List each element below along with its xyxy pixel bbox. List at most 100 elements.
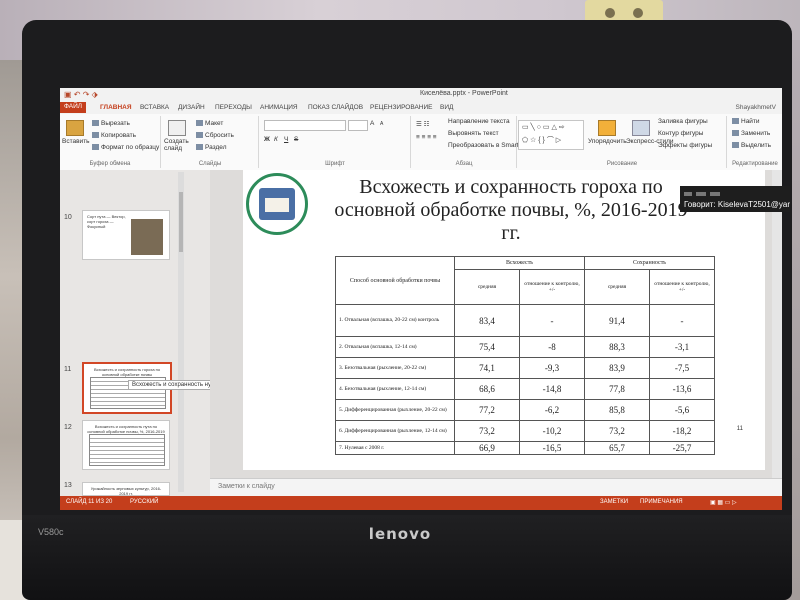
- cell-method: 6. Дифференцированная (рыхление, 12-14 с…: [335, 420, 455, 442]
- cut-button[interactable]: Вырезать: [92, 120, 130, 127]
- table-row: 4. Безотвальная (рыхление, 12-14 см) 68,…: [335, 378, 715, 400]
- subheader-average: средняя: [454, 269, 520, 305]
- user-name[interactable]: ShayakhmetV: [736, 104, 776, 111]
- tab-home[interactable]: ГЛАВНАЯ: [100, 104, 132, 111]
- group-label: Слайды: [198, 161, 222, 167]
- cell-value: 83,4: [454, 304, 520, 337]
- thumbnail-number: 11: [64, 366, 72, 373]
- thumbnail-image: [131, 219, 163, 255]
- scrollbar-thumb[interactable]: [179, 192, 183, 252]
- group-slides: Создать слайд Макет Сбросить Раздел Слай…: [162, 116, 259, 168]
- text-direction-button[interactable]: Направление текста: [448, 118, 510, 125]
- shape-fill-button[interactable]: Заливка фигуры: [658, 118, 708, 125]
- slide-title[interactable]: Всхожесть и сохранность гороха по основн…: [331, 176, 691, 245]
- tab-view[interactable]: ВИД: [440, 104, 453, 111]
- format-painter-button[interactable]: Формат по образцу: [92, 144, 159, 151]
- slide-number: 11: [736, 426, 743, 432]
- slide-area: Всхожесть и сохранность гороха по основн…: [210, 170, 782, 496]
- paste-button[interactable]: Вставить: [62, 138, 90, 145]
- tab-slideshow[interactable]: ПОКАЗ СЛАЙДОВ: [308, 104, 363, 111]
- cell-method: 4. Безотвальная (рыхление, 12-14 см): [335, 378, 455, 400]
- underline-button[interactable]: Ч: [284, 136, 288, 143]
- bullets-icon[interactable]: ☰ ☷: [416, 120, 429, 128]
- smartart-button[interactable]: Преобразовать в SmartArt: [448, 142, 527, 149]
- section-button[interactable]: Раздел: [196, 144, 226, 151]
- tab-insert[interactable]: ВСТАВКА: [140, 104, 169, 111]
- reset-button[interactable]: Сбросить: [196, 132, 234, 139]
- comments-button[interactable]: ПРИМЕЧАНИЯ: [640, 499, 683, 505]
- shapes-gallery[interactable]: ▭ ╲ ○ ▭ △ ⇨ ⬠ ☆ { } ⌒ ▷: [518, 120, 584, 150]
- shape-outline-button[interactable]: Контур фигуры: [658, 130, 703, 137]
- thumbnail-scrollbar[interactable]: [178, 172, 184, 492]
- cell-value: -7,5: [649, 357, 715, 379]
- quick-styles-icon[interactable]: [632, 120, 650, 136]
- slide-counter: СЛАЙД 11 ИЗ 20: [66, 499, 113, 505]
- notes-placeholder: Заметки к слайду: [218, 483, 275, 490]
- strikethrough-button[interactable]: S: [294, 136, 298, 143]
- thumbnail-slide-10[interactable]: Сорт нута — Вектор, сорт гороха — Фокусн…: [82, 210, 170, 260]
- cell-method: 5. Дифференцированная (рыхление, 20-22 с…: [335, 399, 455, 421]
- new-slide-button[interactable]: Создать слайд: [164, 138, 194, 152]
- laptop-brand: lenovo: [368, 525, 432, 543]
- align-icons[interactable]: ≡ ≡ ≡ ≡: [416, 134, 437, 141]
- replace-icon: [732, 130, 739, 137]
- slide-scrollbar[interactable]: [772, 170, 782, 478]
- paste-icon[interactable]: [66, 120, 84, 136]
- shrink-font-button[interactable]: A: [380, 121, 383, 127]
- group-font: A A Ж К Ч S Шрифт: [260, 116, 411, 168]
- cell-value: 74,1: [454, 357, 520, 379]
- tab-design[interactable]: ДИЗАЙН: [178, 104, 205, 111]
- overlay-control[interactable]: [710, 192, 720, 196]
- select-button[interactable]: Выделить: [732, 142, 771, 149]
- arrange-button[interactable]: Упорядочить: [588, 138, 627, 145]
- language-indicator[interactable]: РУССКИЙ: [130, 499, 158, 505]
- thumbnail-slide-12[interactable]: Всхожесть и сохранность нута по основной…: [82, 420, 170, 470]
- scissors-icon: [92, 120, 99, 127]
- view-buttons[interactable]: ▣ ▦ ▭ ▷: [710, 499, 737, 506]
- shape-effects-button[interactable]: Эффекты фигуры: [658, 142, 712, 149]
- cell-value: -16,5: [519, 441, 585, 455]
- cell-method: 3. Безотвальная (рыхление, 20-22 см): [335, 357, 455, 379]
- tooltip: Всхожесть и сохранность нута: [128, 380, 221, 390]
- screen-share-overlay[interactable]: Говорит: KiselevaT2501@yar: [680, 186, 790, 212]
- replace-button[interactable]: Заменить: [732, 130, 770, 137]
- group-editing: Найти Заменить Выделить Редактирование: [728, 116, 782, 168]
- cell-value: -: [649, 304, 715, 337]
- layout-button[interactable]: Макет: [196, 120, 223, 127]
- speaker-label: Говорит: KiselevaT2501@yar: [684, 200, 791, 209]
- brush-icon: [92, 144, 99, 151]
- group-paragraph: ☰ ☷ ≡ ≡ ≡ ≡ Направление текста Выровнять…: [412, 116, 527, 168]
- cell-value: 73,2: [584, 420, 650, 442]
- reset-icon: [196, 132, 203, 139]
- header-preservation: Сохранность: [584, 256, 715, 270]
- notes-pane[interactable]: Заметки к слайду: [210, 478, 782, 497]
- thumbnail-slide-13[interactable]: Урожайность зерновых культур, 2016-2019 …: [82, 482, 170, 496]
- tab-review[interactable]: РЕЦЕНЗИРОВАНИЕ: [370, 104, 433, 111]
- italic-button[interactable]: К: [274, 136, 278, 143]
- thumbnail-title: Урожайность зерновых культур, 2016-2019 …: [90, 486, 162, 496]
- cell-value: 91,4: [584, 304, 650, 337]
- align-text-button[interactable]: Выровнять текст: [448, 130, 499, 137]
- tab-file[interactable]: ФАЙЛ: [60, 102, 87, 113]
- cell-method: 7. Нулевая с 2008 г.: [335, 441, 455, 455]
- tab-transitions[interactable]: ПЕРЕХОДЫ: [215, 104, 252, 111]
- data-table[interactable]: Способ основной обработки почвы Всхожест…: [335, 256, 715, 455]
- copy-button[interactable]: Копировать: [92, 132, 136, 139]
- cell-method: 1. Отвальная (вспашка, 20-22 см) контрол…: [335, 304, 455, 337]
- find-button[interactable]: Найти: [732, 118, 760, 125]
- cell-value: -18,2: [649, 420, 715, 442]
- notes-button[interactable]: ЗАМЕТКИ: [600, 499, 628, 505]
- slide-canvas[interactable]: Всхожесть и сохранность гороха по основн…: [243, 170, 765, 470]
- group-label: Шрифт: [325, 161, 345, 167]
- grow-font-button[interactable]: A: [370, 120, 374, 127]
- overlay-control[interactable]: [684, 192, 692, 196]
- new-slide-icon[interactable]: [168, 120, 186, 136]
- font-size-input[interactable]: [348, 120, 368, 131]
- thumbnail-number: 10: [64, 214, 72, 221]
- overlay-control[interactable]: [696, 192, 706, 196]
- bold-button[interactable]: Ж: [264, 136, 270, 143]
- tab-animation[interactable]: АНИМАЦИЯ: [260, 104, 298, 111]
- quick-access-icons[interactable]: ▣ ↶ ↷ ⬗: [64, 90, 98, 99]
- font-name-input[interactable]: [264, 120, 346, 131]
- arrange-icon[interactable]: [598, 120, 616, 136]
